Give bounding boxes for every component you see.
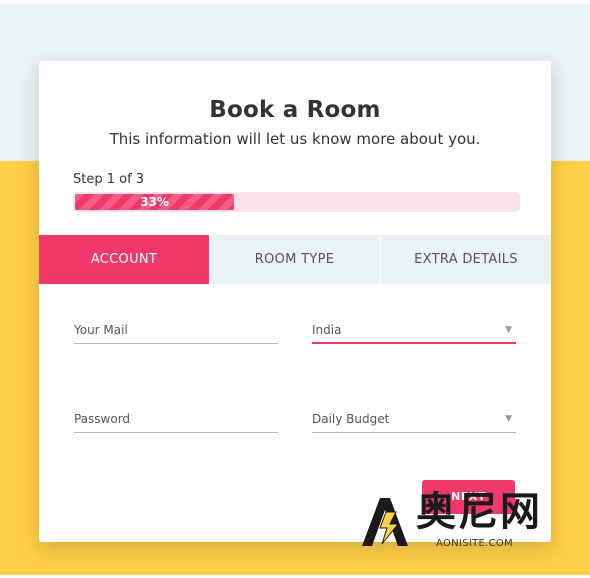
password-placeholder: Password xyxy=(74,412,131,426)
country-selected-value: India xyxy=(312,323,342,337)
step-tabs: ACCOUNT ROOM TYPE EXTRA DETAILS xyxy=(39,235,551,284)
watermark-text: 奥尼网 xyxy=(416,489,542,535)
country-select[interactable]: India ▼ xyxy=(312,319,516,344)
form-title: Book a Room xyxy=(209,97,381,123)
step-indicator: Step 1 of 3 xyxy=(73,172,145,187)
password-field[interactable]: Password xyxy=(74,408,278,433)
form-subtitle: This information will let us know more a… xyxy=(109,130,481,148)
email-placeholder: Your Mail xyxy=(74,323,128,337)
caret-down-icon: ▼ xyxy=(505,414,512,424)
watermark-url: AONISITE.COM xyxy=(436,538,513,549)
progress-label: 33% xyxy=(140,195,169,209)
daily-budget-select[interactable]: Daily Budget ▼ xyxy=(312,408,516,433)
tab-account[interactable]: ACCOUNT xyxy=(39,235,209,284)
email-field[interactable]: Your Mail xyxy=(74,319,278,344)
caret-down-icon: ▼ xyxy=(505,325,512,335)
booking-card: Book a Room This information will let us… xyxy=(39,61,551,542)
tab-extra-details[interactable]: EXTRA DETAILS xyxy=(381,235,551,284)
progress-bar: 33% xyxy=(73,192,520,212)
progress-fill: 33% xyxy=(73,192,237,212)
bolt-logo-icon xyxy=(362,498,408,546)
tab-room-type[interactable]: ROOM TYPE xyxy=(209,235,381,284)
daily-budget-value: Daily Budget xyxy=(312,412,390,426)
